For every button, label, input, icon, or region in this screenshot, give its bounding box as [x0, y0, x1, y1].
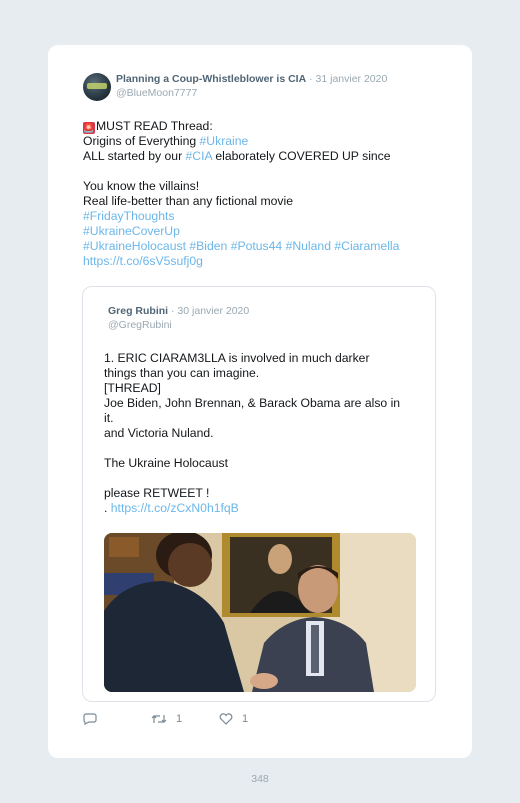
tweet-line: Origins of Everything #Ukraine — [83, 134, 463, 149]
quoted-link[interactable]: https://t.co/zCxN0h1fqB — [111, 501, 239, 515]
siren-icon: 🚨 — [83, 122, 95, 134]
tweet-line: #FridayThoughts — [83, 209, 463, 224]
quoted-line: please RETWEET ! — [104, 486, 404, 501]
tweet-line — [83, 164, 463, 179]
quoted-text-segment: . — [104, 501, 111, 515]
quoted-handle[interactable]: @GregRubini — [108, 319, 172, 331]
tweet-text-segment: elaborately COVERED UP since — [211, 149, 391, 163]
tweet-link[interactable]: https://t.co/6sV5sufj0g — [83, 254, 203, 268]
tweet-text: 🚨MUST READ Thread: Origins of Everything … — [83, 119, 463, 269]
tweet-text-segment: MUST READ Thread: — [96, 119, 213, 133]
tweet-photo[interactable] — [104, 533, 416, 692]
like-button[interactable]: 1 — [219, 713, 248, 725]
quoted-text-segment: Joe Biden, John Brennan, & Barack Obama … — [104, 396, 401, 425]
tweet-link[interactable]: #UkraineHolocaust #Biden #Potus44 #Nulan… — [83, 239, 399, 253]
tweet-link[interactable]: #CIA — [186, 149, 212, 163]
tweet-text-segment: Origins of Everything — [83, 134, 200, 148]
tweet-text-segment: You know the villains! — [83, 179, 200, 193]
quoted-tweet[interactable]: Greg Rubini · 30 janvier 2020 @GregRubin… — [82, 286, 436, 702]
reply-button[interactable] — [83, 713, 97, 725]
avatar-image — [87, 83, 107, 89]
quoted-line: and Victoria Nuland. — [104, 426, 404, 441]
quoted-line: [THREAD] — [104, 381, 404, 396]
tweet-link[interactable]: #FridayThoughts — [83, 209, 174, 223]
tweet-line: https://t.co/6sV5sufj0g — [83, 254, 463, 269]
quoted-line: 1. ERIC CIARAM3LLA is involved in much d… — [104, 351, 404, 381]
tweet-line: You know the villains! — [83, 179, 463, 194]
tweet-line: Real life-better than any fictional movi… — [83, 194, 463, 209]
heart-icon — [219, 713, 233, 725]
tweet-link[interactable]: #UkraineCoverUp — [83, 224, 180, 238]
quoted-line — [104, 471, 404, 486]
tweet-date[interactable]: · 31 janvier 2020 — [309, 73, 387, 85]
tweet-line: #UkraineHolocaust #Biden #Potus44 #Nulan… — [83, 239, 463, 254]
quoted-text-segment: please RETWEET ! — [104, 486, 210, 500]
quoted-line: The Ukraine Holocaust — [104, 456, 404, 471]
quoted-text-segment: and Victoria Nuland. — [104, 426, 214, 440]
like-count: 1 — [242, 713, 249, 725]
quoted-text: 1. ERIC CIARAM3LLA is involved in much d… — [104, 351, 404, 516]
quoted-text-segment: [THREAD] — [104, 381, 161, 395]
quoted-line: . https://t.co/zCxN0h1fqB — [104, 501, 404, 516]
retweet-count: 1 — [176, 713, 183, 725]
tweet-link[interactable]: #Ukraine — [200, 134, 249, 148]
quoted-author-name[interactable]: Greg Rubini — [108, 305, 168, 317]
reply-icon — [83, 713, 97, 725]
tweet-text-segment: ALL started by our — [83, 149, 186, 163]
retweet-button[interactable]: 1 — [151, 713, 182, 725]
tweet-text-segment: Real life-better than any fictional movi… — [83, 194, 294, 208]
page-number: 348 — [251, 773, 269, 785]
retweet-icon — [151, 715, 167, 723]
quoted-line: Joe Biden, John Brennan, & Barack Obama … — [104, 396, 404, 426]
tweet-line: ALL started by our #CIA elaborately COVE… — [83, 149, 463, 164]
quoted-text-segment: The Ukraine Holocaust — [104, 456, 228, 470]
quoted-date[interactable]: · 30 janvier 2020 — [171, 305, 249, 317]
avatar[interactable] — [83, 73, 111, 101]
quoted-line — [104, 441, 404, 456]
tweet-card: Planning a Coup-Whistleblower is CIA · 3… — [48, 45, 472, 758]
tweet-line: 🚨MUST READ Thread: — [83, 119, 463, 134]
tweet-header: Planning a Coup-Whistleblower is CIA · 3… — [116, 73, 387, 86]
quoted-header: Greg Rubini · 30 janvier 2020 — [108, 305, 249, 317]
author-name[interactable]: Planning a Coup-Whistleblower is CIA — [116, 73, 306, 85]
tweet-line: #UkraineCoverUp — [83, 224, 463, 239]
quoted-text-segment: 1. ERIC CIARAM3LLA is involved in much d… — [104, 351, 370, 380]
author-handle[interactable]: @BlueMoon7777 — [116, 87, 197, 99]
photo-illustration — [104, 533, 416, 692]
